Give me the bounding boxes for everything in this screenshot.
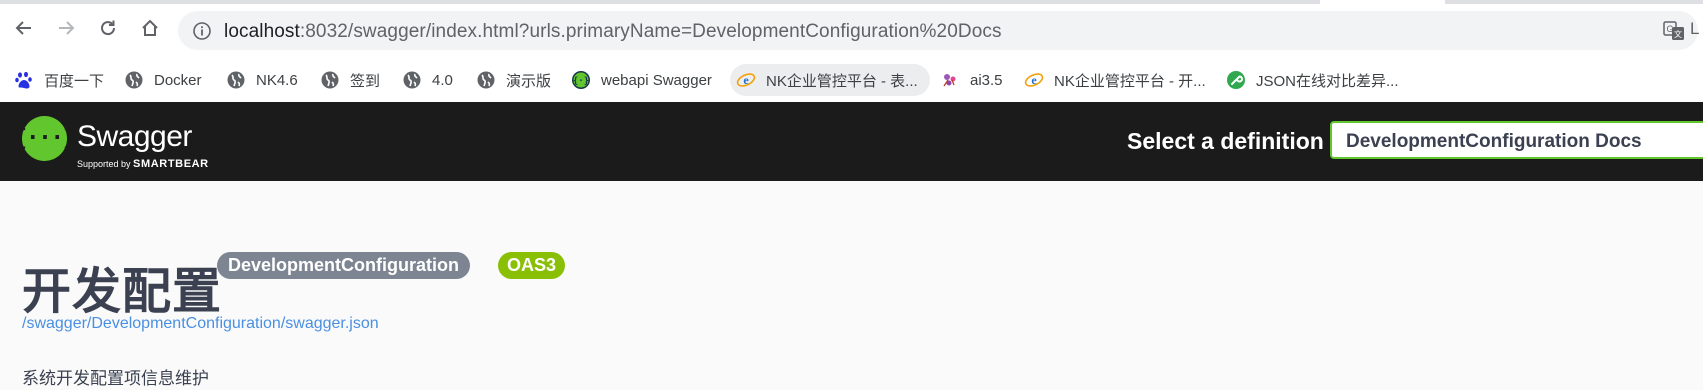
bookmark-label: 百度一下 <box>44 72 105 90</box>
ai-icon <box>940 70 960 90</box>
home-button[interactable] <box>136 14 164 42</box>
bookmark-label: JSON在线对比差异... <box>1256 72 1399 90</box>
svg-text:文: 文 <box>1674 29 1682 39</box>
bookmark-signin[interactable]: 签到 <box>320 64 380 96</box>
svg-text:e: e <box>743 73 749 87</box>
info-icon[interactable] <box>192 21 212 41</box>
api-title: 开发配置 <box>22 265 223 319</box>
oas-badge: OAS3 <box>498 252 566 279</box>
globe-icon <box>476 70 496 90</box>
bookmark-nk-platform-table[interactable]: e NK企业管控平台 - 表... <box>730 64 930 96</box>
reload-button[interactable] <box>94 14 122 42</box>
logo-sub-brand: SMARTBEAR <box>133 158 209 170</box>
forward-icon <box>59 21 75 35</box>
bookmark-webapi-swagger[interactable]: {·} webapi Swagger <box>571 64 712 96</box>
bookmark-nk-platform-dev[interactable]: e NK企业管控平台 - 开... <box>1024 64 1206 96</box>
swagger-icon: {·} <box>571 70 591 90</box>
bookmark-nk46[interactable]: NK4.6 <box>226 64 298 96</box>
bookmark-docker[interactable]: Docker <box>124 64 202 96</box>
forward-button[interactable] <box>52 14 80 42</box>
svg-text:{·}: {·} <box>573 77 589 87</box>
tab-strip-edge <box>1445 0 1703 4</box>
url-host: localhost <box>224 21 300 42</box>
bookmark-label: NK企业管控平台 - 开... <box>1054 72 1206 90</box>
baidu-icon <box>14 70 34 90</box>
browser-toolbar: localhost:8032/swagger/index.html?urls.p… <box>0 0 1703 58</box>
back-button[interactable] <box>10 14 38 42</box>
url-text[interactable]: localhost:8032/swagger/index.html?urls.p… <box>224 21 1002 43</box>
globe-icon <box>320 70 340 90</box>
bookmark-label: Docker <box>154 71 202 89</box>
bookmark-label: 4.0 <box>432 71 453 89</box>
version-badge: DevelopmentConfiguration <box>217 252 471 279</box>
reload-icon <box>101 20 116 36</box>
bookmark-label: webapi Swagger <box>601 71 712 89</box>
bookmark-label: NK4.6 <box>256 71 298 89</box>
ie-icon: e <box>736 70 756 90</box>
swagger-logo-icon[interactable]: {···} <box>14 116 76 161</box>
bookmarks-bar: 百度一下 Docker NK4.6 签到 4.0 演示版 {·} webapi … <box>0 58 1703 102</box>
bookmark-demo[interactable]: 演示版 <box>476 64 551 96</box>
api-description: 系统开发配置项信息维护 <box>22 369 209 388</box>
logo-glyph: {···} <box>13 126 76 151</box>
bookmark-40[interactable]: 4.0 <box>402 64 453 96</box>
translate-icon[interactable]: G文 <box>1663 21 1685 41</box>
swagger-logo-text[interactable]: Swagger <box>77 120 192 154</box>
url-path: :8032/swagger/index.html?urls.primaryNam… <box>299 21 1002 42</box>
bookmark-baidu[interactable]: 百度一下 <box>14 64 104 96</box>
globe-icon <box>226 70 246 90</box>
wrench-icon <box>1226 70 1246 90</box>
bookmark-label: 签到 <box>350 72 381 90</box>
tab-strip-edge <box>0 0 1320 4</box>
ie-icon: e <box>1024 70 1044 90</box>
address-bar[interactable]: localhost:8032/swagger/index.html?urls.p… <box>178 11 1698 50</box>
swagger-logo-subtitle: Supported by SMARTBEAR <box>77 158 209 170</box>
bookmark-ai35[interactable]: ai3.5 <box>940 64 1003 96</box>
select-definition-label: Select a definition <box>1127 128 1324 154</box>
bookmark-label: 演示版 <box>506 72 552 90</box>
logo-sub-prefix: Supported by <box>77 159 134 169</box>
spec-json-link[interactable]: /swagger/DevelopmentConfiguration/swagge… <box>22 315 379 333</box>
globe-icon <box>402 70 422 90</box>
bookmark-label: NK企业管控平台 - 表... <box>766 72 918 90</box>
bookmark-label: ai3.5 <box>970 71 1003 89</box>
toolbar-overflow-text: L <box>1690 19 1700 38</box>
globe-icon <box>124 70 144 90</box>
svg-text:e: e <box>1031 73 1037 87</box>
home-icon <box>142 19 158 36</box>
back-icon <box>15 21 31 35</box>
definition-select[interactable]: DevelopmentConfiguration Docs <box>1330 121 1703 159</box>
bookmark-json-diff[interactable]: JSON在线对比差异... <box>1226 64 1399 96</box>
